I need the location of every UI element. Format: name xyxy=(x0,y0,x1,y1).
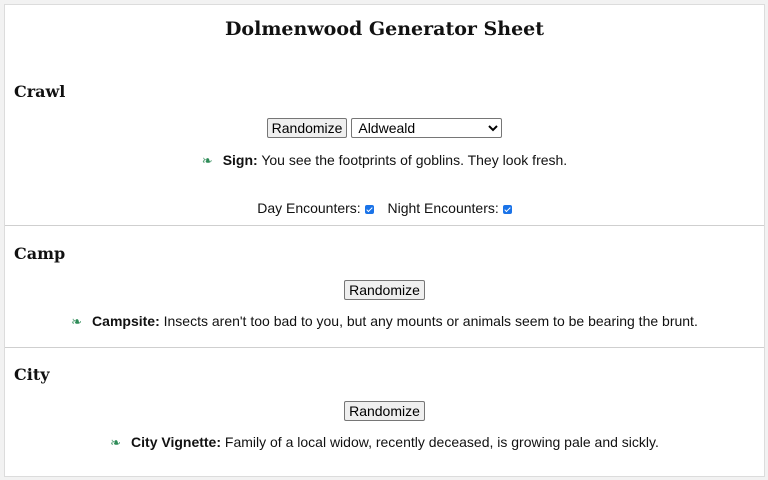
camp-result-label: Campsite: xyxy=(92,313,160,329)
night-encounters-checkbox[interactable] xyxy=(502,204,512,214)
city-result: ❧ City Vignette: Family of a local widow,… xyxy=(5,434,764,451)
crawl-controls: Randomize Aldweald xyxy=(5,118,764,138)
floral-bullet-icon: ❧ xyxy=(110,435,122,450)
camp-controls: Randomize xyxy=(5,280,764,300)
crawl-result: ❧ Sign: You see the footprints of goblins… xyxy=(5,152,764,169)
page-title: Dolmenwood Generator Sheet xyxy=(224,18,545,40)
city-controls: Randomize xyxy=(5,401,764,421)
crawl-section: Crawl Randomize Aldweald ❧ Sign: You see … xyxy=(5,48,764,226)
city-result-label: City Vignette: xyxy=(131,434,222,450)
crawl-randomize-button[interactable]: Randomize xyxy=(266,118,348,138)
camp-section: Camp Randomize ❧ Campsite: Insects aren't… xyxy=(5,226,764,348)
camp-result: ❧ Campsite: Insects aren't too bad to you… xyxy=(5,313,764,330)
day-encounters-checkbox[interactable] xyxy=(364,204,374,214)
floral-bullet-icon: ❧ xyxy=(201,153,213,168)
night-encounters-label: Night Encounters: xyxy=(387,200,499,216)
floral-bullet-icon: ❧ xyxy=(71,314,83,329)
crawl-result-label: Sign: xyxy=(222,152,258,168)
camp-result-text: Insects aren't too bad to you, but any m… xyxy=(163,313,698,329)
crawl-result-text: You see the footprints of goblins. They … xyxy=(261,152,568,168)
city-randomize-button[interactable]: Randomize xyxy=(344,401,425,421)
camp-heading: Camp xyxy=(14,244,66,263)
region-select[interactable]: Aldweald xyxy=(351,118,503,138)
crawl-heading: Crawl xyxy=(14,82,66,101)
day-encounters-label: Day Encounters: xyxy=(257,200,361,216)
city-result-text: Family of a local widow, recently deceas… xyxy=(224,434,659,450)
camp-randomize-button[interactable]: Randomize xyxy=(344,280,425,300)
city-heading: City xyxy=(14,365,50,384)
encounter-toggles: Day Encounters: Night Encounters: xyxy=(5,200,764,216)
city-section: City Randomize ❧ City Vignette: Family of… xyxy=(5,348,764,476)
generator-sheet: Dolmenwood Generator Sheet Crawl Randomi… xyxy=(4,4,765,477)
